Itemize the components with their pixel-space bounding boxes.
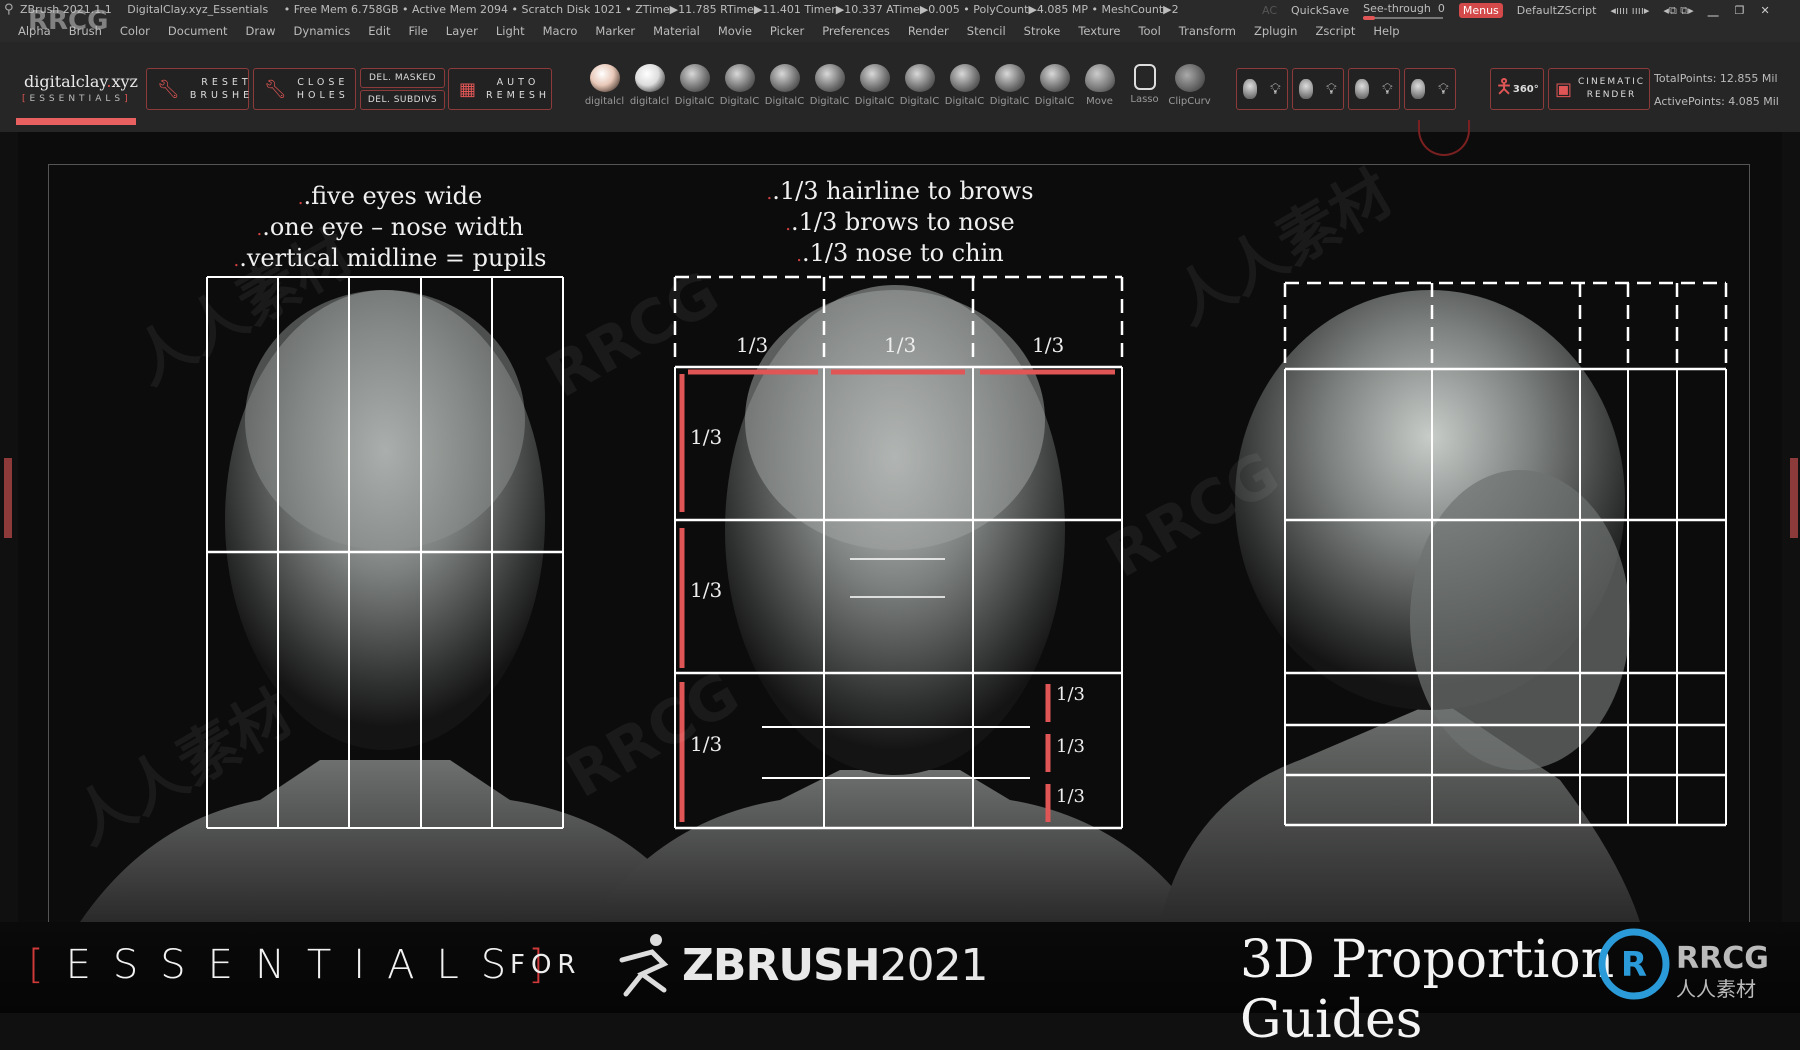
zbrush-text: ZBRUSH <box>682 940 881 991</box>
zbrush-wordmark: ZBRUSH2021 <box>682 940 989 991</box>
zbrush-figure-icon <box>619 934 669 997</box>
width-third-label: 1/3 <box>884 333 917 357</box>
five-eyes-caption: ..five eyes wide ..one eye – nose width … <box>233 182 547 272</box>
lower-third-label: 1/3 <box>1056 736 1085 757</box>
profile-head-model <box>1160 290 1640 922</box>
height-third-label: 1/3 <box>690 578 723 602</box>
zbrush-year: 2021 <box>879 940 989 991</box>
essentials-text: ESSENTIALS <box>65 942 529 988</box>
watermark-text: RRCG <box>1676 941 1769 976</box>
caption-line: .vertical midline = pupils <box>239 244 547 272</box>
caption-line: .1/3 hairline to brows <box>772 177 1034 205</box>
watermark-badge: R RRCG 人人素材 <box>1598 928 1769 1001</box>
height-third-label: 1/3 <box>690 425 723 449</box>
essentials-title: [ESSENTIALS] <box>28 942 566 988</box>
width-third-label: 1/3 <box>736 333 769 357</box>
lower-third-label: 1/3 <box>1056 786 1085 807</box>
watermark-sub: 人人素材 <box>1676 977 1756 1001</box>
caption-line: .1/3 nose to chin <box>802 239 1004 267</box>
svg-text:R: R <box>1621 945 1647 985</box>
bracket-open: [ <box>28 942 66 988</box>
width-third-label: 1/3 <box>1032 333 1065 357</box>
watermark-logo: RRCG <box>28 6 109 36</box>
caption-line: .1/3 brows to nose <box>790 208 1015 236</box>
for-text: FOR <box>510 950 582 980</box>
height-third-label: 1/3 <box>690 732 723 756</box>
caption-line: .five eyes wide <box>303 182 483 210</box>
proportion-diagram <box>80 275 1728 922</box>
thirds-caption: ..1/3 hairline to brows ..1/3 brows to n… <box>766 177 1034 267</box>
caption-line: .one eye – nose width <box>262 213 524 241</box>
lower-third-label: 1/3 <box>1056 684 1085 705</box>
